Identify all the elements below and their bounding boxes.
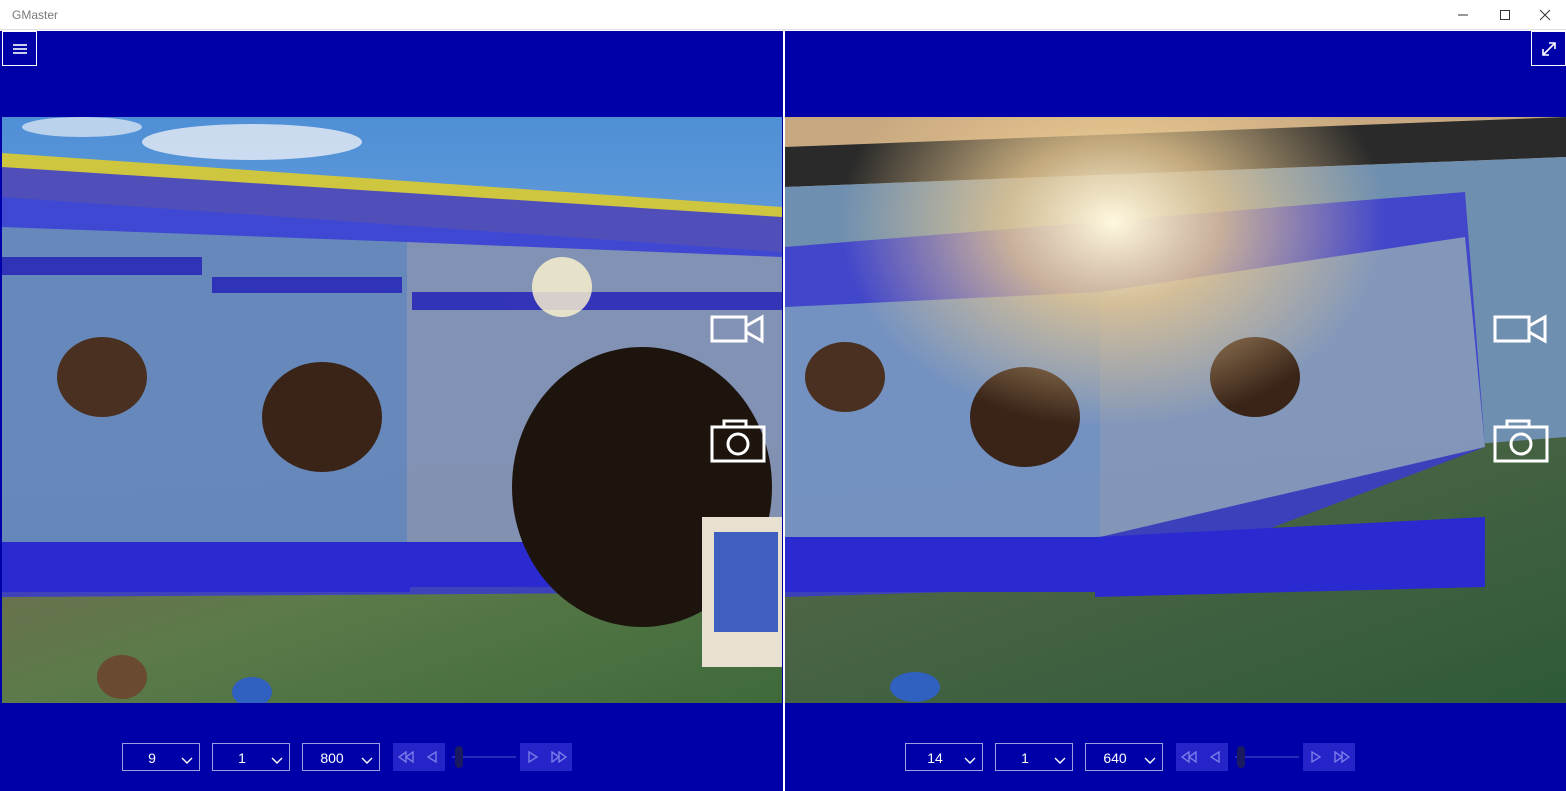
record-video-button[interactable] bbox=[710, 314, 766, 344]
iso-value: 9 bbox=[148, 750, 156, 766]
iso-value: 14 bbox=[927, 750, 943, 766]
skip-forward-icon bbox=[1334, 751, 1350, 763]
video-camera-icon bbox=[710, 314, 764, 344]
minimize-button[interactable] bbox=[1442, 0, 1484, 30]
record-video-button[interactable] bbox=[1493, 314, 1549, 344]
menu-button[interactable] bbox=[2, 31, 37, 66]
left-controls-bar: 9 1 800 bbox=[0, 743, 783, 773]
chevron-down-icon bbox=[361, 752, 373, 768]
fullscreen-button[interactable] bbox=[1531, 31, 1566, 66]
shutter-dropdown[interactable]: 800 bbox=[302, 743, 380, 771]
left-preview-image bbox=[2, 117, 782, 703]
timeline-slider-thumb[interactable] bbox=[1237, 746, 1245, 768]
aperture-value: 1 bbox=[238, 750, 246, 766]
left-camera-pane: 9 1 800 bbox=[0, 31, 783, 791]
timeline-slider-thumb[interactable] bbox=[455, 746, 463, 768]
capture-photo-button[interactable] bbox=[710, 419, 766, 463]
step-back-button[interactable] bbox=[1202, 743, 1228, 771]
skip-back-button[interactable] bbox=[393, 743, 419, 771]
capture-photo-button[interactable] bbox=[1493, 419, 1549, 463]
right-live-preview bbox=[785, 117, 1566, 703]
step-forward-button[interactable] bbox=[520, 743, 546, 771]
maximize-button[interactable] bbox=[1484, 0, 1526, 30]
chevron-down-icon bbox=[1144, 752, 1156, 768]
skip-forward-button[interactable] bbox=[546, 743, 572, 771]
right-controls-bar: 14 1 640 bbox=[785, 743, 1566, 773]
close-button[interactable] bbox=[1524, 0, 1566, 30]
left-live-preview bbox=[2, 117, 782, 703]
chevron-down-icon bbox=[1054, 752, 1066, 768]
iso-dropdown[interactable]: 14 bbox=[905, 743, 983, 771]
camera-icon bbox=[710, 419, 766, 463]
expand-icon bbox=[1541, 41, 1556, 56]
shutter-value: 640 bbox=[1103, 750, 1127, 766]
skip-forward-button[interactable] bbox=[1329, 743, 1355, 771]
chevron-down-icon bbox=[271, 752, 283, 768]
camera-icon bbox=[1493, 419, 1549, 463]
chevron-down-icon bbox=[964, 752, 976, 768]
right-camera-pane: 14 1 640 bbox=[785, 31, 1566, 791]
step-forward-icon bbox=[528, 751, 539, 763]
skip-back-icon bbox=[398, 751, 414, 763]
aperture-value: 1 bbox=[1021, 750, 1029, 766]
aperture-dropdown[interactable]: 1 bbox=[212, 743, 290, 771]
video-camera-icon bbox=[1493, 314, 1547, 344]
right-preview-image bbox=[785, 117, 1566, 703]
title-bar: GMaster bbox=[0, 0, 1566, 30]
close-icon bbox=[1539, 9, 1551, 21]
step-back-icon bbox=[1209, 751, 1220, 763]
minimize-icon bbox=[1458, 14, 1468, 16]
step-forward-icon bbox=[1311, 751, 1322, 763]
step-forward-button[interactable] bbox=[1303, 743, 1329, 771]
step-back-button[interactable] bbox=[419, 743, 445, 771]
chevron-down-icon bbox=[181, 752, 193, 768]
app-title: GMaster bbox=[12, 8, 59, 22]
skip-forward-icon bbox=[551, 751, 567, 763]
skip-back-button[interactable] bbox=[1176, 743, 1202, 771]
maximize-icon bbox=[1500, 10, 1510, 20]
hamburger-menu-icon bbox=[12, 43, 27, 54]
shutter-dropdown[interactable]: 640 bbox=[1085, 743, 1163, 771]
shutter-value: 800 bbox=[320, 750, 344, 766]
iso-dropdown[interactable]: 9 bbox=[122, 743, 200, 771]
skip-back-icon bbox=[1181, 751, 1197, 763]
step-back-icon bbox=[426, 751, 437, 763]
aperture-dropdown[interactable]: 1 bbox=[995, 743, 1073, 771]
